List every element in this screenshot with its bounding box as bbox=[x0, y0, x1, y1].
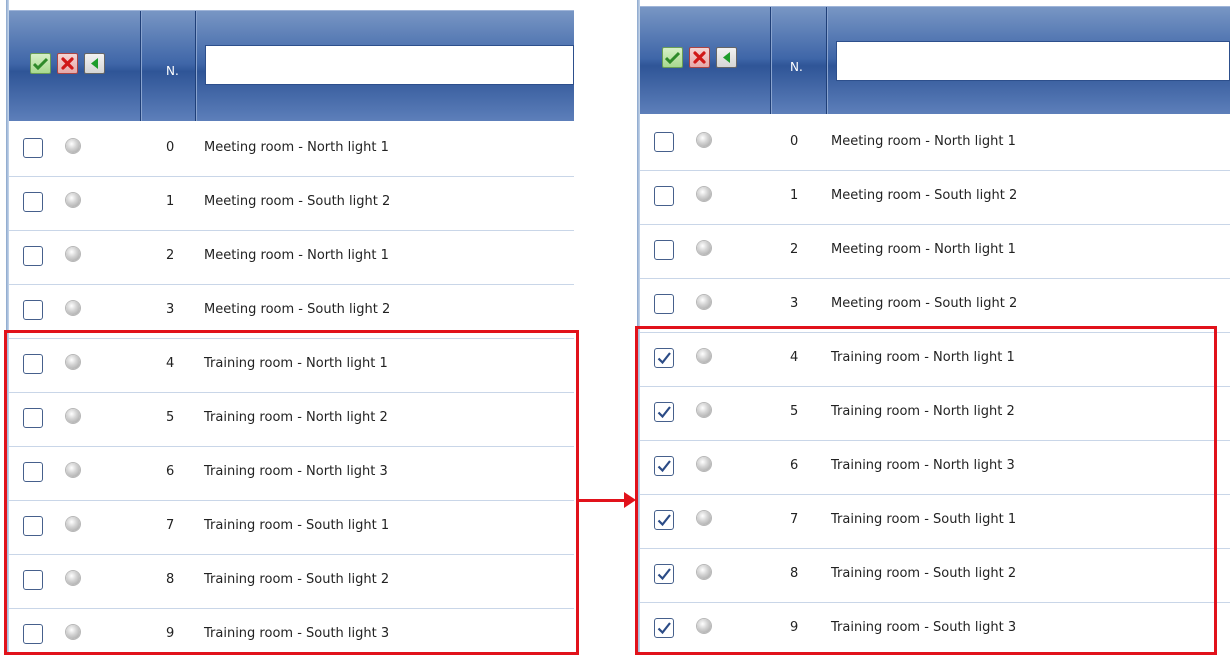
header-separator bbox=[770, 7, 771, 114]
back-arrow-icon[interactable] bbox=[84, 53, 105, 74]
table-row[interactable]: 2 Meeting room - North light 1 bbox=[640, 225, 1230, 279]
row-number: 3 bbox=[166, 302, 175, 317]
filter-input[interactable] bbox=[205, 45, 574, 85]
row-number: 2 bbox=[166, 248, 175, 263]
back-arrow-icon[interactable] bbox=[716, 47, 737, 68]
row-name: Meeting room - South light 2 bbox=[204, 194, 391, 209]
header-separator bbox=[140, 11, 141, 121]
row-number: 2 bbox=[790, 242, 799, 257]
highlight-box-before bbox=[4, 330, 579, 655]
row-number: 3 bbox=[790, 296, 799, 311]
row-name: Meeting room - South light 2 bbox=[831, 296, 1018, 311]
transition-arrow-line bbox=[576, 499, 626, 502]
row-name: Meeting room - North light 1 bbox=[831, 242, 1016, 257]
header-actions bbox=[662, 47, 737, 68]
row-name: Meeting room - North light 1 bbox=[831, 134, 1016, 149]
row-name: Meeting room - North light 1 bbox=[204, 140, 389, 155]
transition-arrow-icon bbox=[624, 492, 636, 508]
header-separator bbox=[195, 11, 196, 121]
row-checkbox[interactable] bbox=[23, 300, 43, 320]
status-led-icon bbox=[66, 139, 80, 153]
table-row[interactable]: 1 Meeting room - South light 2 bbox=[640, 171, 1230, 225]
row-checkbox[interactable] bbox=[23, 138, 43, 158]
status-led-icon bbox=[66, 301, 80, 315]
column-header-n: N. bbox=[166, 64, 179, 78]
status-led-icon bbox=[697, 187, 711, 201]
row-checkbox[interactable] bbox=[23, 192, 43, 212]
row-checkbox[interactable] bbox=[654, 294, 674, 314]
row-number: 1 bbox=[166, 194, 175, 209]
row-number: 0 bbox=[790, 134, 799, 149]
table-row[interactable]: 1 Meeting room - South light 2 bbox=[9, 177, 574, 231]
highlight-box-after bbox=[635, 326, 1217, 655]
table-row[interactable]: 0 Meeting room - North light 1 bbox=[640, 117, 1230, 171]
column-header-n: N. bbox=[790, 60, 803, 74]
table-row[interactable]: 2 Meeting room - North light 1 bbox=[9, 231, 574, 285]
header-separator bbox=[826, 7, 827, 114]
table-row[interactable]: 3 Meeting room - South light 2 bbox=[640, 279, 1230, 333]
row-number: 1 bbox=[790, 188, 799, 203]
row-name: Meeting room - South light 2 bbox=[831, 188, 1018, 203]
row-checkbox[interactable] bbox=[23, 246, 43, 266]
checkmark-icon[interactable] bbox=[662, 47, 683, 68]
row-name: Meeting room - South light 2 bbox=[204, 302, 391, 317]
status-led-icon bbox=[697, 241, 711, 255]
status-led-icon bbox=[697, 295, 711, 309]
table-header: N. bbox=[9, 10, 574, 121]
table-header: N. bbox=[640, 6, 1230, 114]
row-checkbox[interactable] bbox=[654, 132, 674, 152]
row-checkbox[interactable] bbox=[654, 240, 674, 260]
table-row[interactable]: 0 Meeting room - North light 1 bbox=[9, 123, 574, 177]
row-number: 0 bbox=[166, 140, 175, 155]
row-checkbox[interactable] bbox=[654, 186, 674, 206]
header-actions bbox=[30, 53, 105, 74]
close-icon[interactable] bbox=[57, 53, 78, 74]
status-led-icon bbox=[66, 247, 80, 261]
filter-input[interactable] bbox=[836, 41, 1230, 81]
row-name: Meeting room - North light 1 bbox=[204, 248, 389, 263]
close-icon[interactable] bbox=[689, 47, 710, 68]
checkmark-icon[interactable] bbox=[30, 53, 51, 74]
status-led-icon bbox=[697, 133, 711, 147]
status-led-icon bbox=[66, 193, 80, 207]
